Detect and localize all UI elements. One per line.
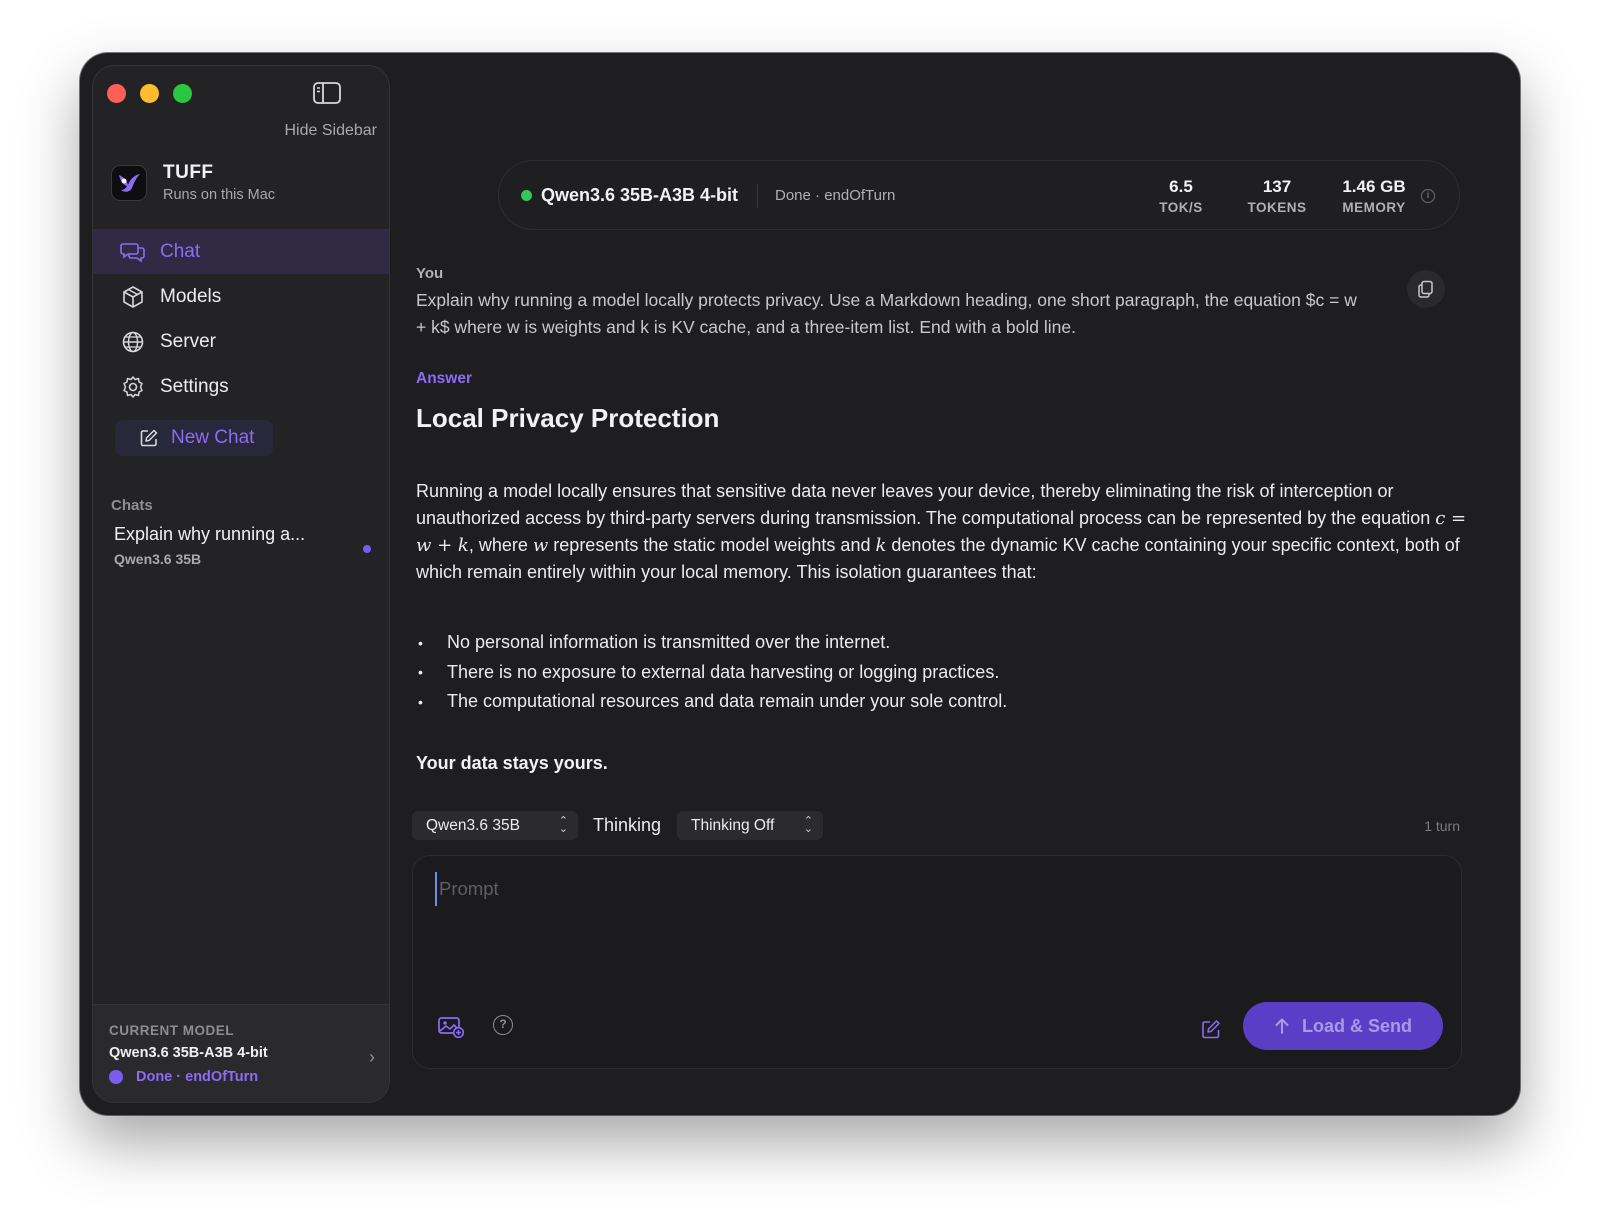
sidebar-item-label: Chat <box>160 240 201 262</box>
user-message-line: Explain why running a model locally prot… <box>416 290 1357 310</box>
user-message: Explain why running a model locally prot… <box>416 287 1426 341</box>
sidebar-nav: Chat Models Server Settings <box>93 229 389 409</box>
sidebar-item-server[interactable]: Server <box>93 319 389 364</box>
thinking-select[interactable]: Thinking Off ⌃ ⌄ <box>677 811 823 840</box>
attach-image-button[interactable] <box>437 1014 465 1040</box>
chat-bubbles-icon <box>120 242 145 263</box>
sidebar-item-label: Models <box>160 285 222 307</box>
user-label: You <box>416 265 444 282</box>
answer-list: • No personal information is transmitted … <box>416 628 1007 717</box>
answer-text: Running a model locally ensures that sen… <box>416 481 1436 528</box>
arrow-up-icon <box>1275 1018 1289 1034</box>
load-and-send-button[interactable]: Load & Send <box>1243 1002 1443 1050</box>
model-select-value: Qwen3.6 35B <box>426 817 520 834</box>
model-status-bar: Qwen3.6 35B-A3B 4-bit Done · endOfTurn 6… <box>498 160 1460 230</box>
answer-paragraph: Running a model locally ensures that sen… <box>416 478 1476 586</box>
chevron-updown-icon: ⌃ ⌄ <box>803 815 813 835</box>
sidebar-item-settings[interactable]: Settings <box>93 364 389 409</box>
chevron-right-icon: › <box>369 1047 375 1067</box>
chat-model: Qwen3.6 35B <box>114 551 202 567</box>
current-model-panel[interactable]: CURRENT MODEL Qwen3.6 35B-A3B 4-bit Done… <box>93 1004 389 1102</box>
bullet: • <box>418 634 423 651</box>
metric-value: 137 <box>1262 177 1292 196</box>
zoom-window-button[interactable] <box>173 84 192 103</box>
window-controls <box>107 84 192 103</box>
brand: TUFF Runs on this Mac <box>111 162 275 203</box>
prompt-input[interactable] <box>435 872 1415 906</box>
user-message-line: + k$ where w is weights and k is KV cach… <box>416 317 1076 337</box>
app-logo-icon <box>111 164 147 201</box>
compose-icon <box>1202 1020 1220 1039</box>
list-item: • The computational resources and data re… <box>416 687 1007 717</box>
current-model-name: Qwen3.6 35B-A3B 4-bit <box>109 1045 268 1061</box>
chat-controls: Qwen3.6 35B ⌃ ⌄ Thinking Thinking Off ⌃ ⌄ … <box>412 811 1460 841</box>
chats-section-label: Chats <box>111 497 153 514</box>
current-model-label: CURRENT MODEL <box>109 1023 234 1038</box>
metric-memory: 1.46 GB MEMORY <box>1329 177 1419 215</box>
chat-list-item[interactable]: Explain why running a... Qwen3.6 35B <box>114 524 374 567</box>
sidebar-item-label: Settings <box>160 375 229 397</box>
new-chat-label: New Chat <box>171 427 255 448</box>
math-variable: k <box>875 535 887 556</box>
close-window-button[interactable] <box>107 84 126 103</box>
metric-value: 6.5 <box>1169 177 1193 196</box>
list-item: • There is no exposure to external data h… <box>416 658 1007 688</box>
metric-tok-per-sec: 6.5 TOK/S <box>1141 177 1221 215</box>
sidebar: Hide Sidebar TUFF Runs on this Mac Chat … <box>92 65 390 1103</box>
sidebar-toggle-icon[interactable] <box>312 80 342 106</box>
loaded-model-name: Qwen3.6 35B-A3B 4-bit <box>541 185 739 205</box>
copy-button[interactable] <box>1407 270 1445 308</box>
answer-bold-line: Your data stays yours. <box>416 753 608 773</box>
current-model-status-text: Done · endOfTurn <box>136 1069 259 1085</box>
list-item-text: No personal information is transmitted o… <box>447 632 891 653</box>
brand-name: TUFF <box>163 162 214 183</box>
status-dot <box>109 1070 123 1084</box>
answer-text: represents the static model weights and <box>548 535 876 555</box>
cube-icon <box>123 285 143 308</box>
metric-label: MEMORY <box>1342 200 1406 215</box>
minimize-window-button[interactable] <box>140 84 159 103</box>
thinking-select-value: Thinking Off <box>691 817 775 834</box>
list-item: • No personal information is transmitted … <box>416 628 1007 658</box>
metric-value: 1.46 GB <box>1342 177 1406 196</box>
unread-indicator <box>363 545 371 553</box>
copy-icon <box>1418 280 1433 298</box>
bullet: • <box>418 693 423 710</box>
answer-text: , where <box>468 535 533 555</box>
compose-button[interactable] <box>1200 1018 1222 1040</box>
info-icon[interactable]: i <box>1421 189 1435 203</box>
new-chat-button[interactable]: New Chat <box>115 420 273 456</box>
bullet: • <box>418 664 423 681</box>
brand-subtitle: Runs on this Mac <box>163 187 276 203</box>
gear-icon <box>123 375 143 398</box>
help-icon[interactable]: ? <box>493 1015 513 1035</box>
divider <box>757 184 758 208</box>
list-item-text: There is no exposure to external data ha… <box>447 661 1000 682</box>
sidebar-item-chat[interactable]: Chat <box>93 229 389 274</box>
metric-label: TOKENS <box>1247 200 1307 215</box>
model-select[interactable]: Qwen3.6 35B ⌃ ⌄ <box>412 811 578 840</box>
list-item-text: The computational resources and data rem… <box>447 691 1008 712</box>
sidebar-item-models[interactable]: Models <box>93 274 389 319</box>
hide-sidebar-label[interactable]: Hide Sidebar <box>285 122 378 140</box>
chat-title: Explain why running a... <box>114 524 306 544</box>
metric-tokens: 137 TOKENS <box>1237 177 1317 215</box>
app-window: Hide Sidebar TUFF Runs on this Mac Chat … <box>80 53 1520 1115</box>
turn-count: 1 turn <box>1424 818 1460 834</box>
status-dot <box>521 190 532 201</box>
image-add-icon <box>438 1017 465 1039</box>
generation-status: Done · endOfTurn <box>775 187 896 204</box>
metric-label: TOK/S <box>1159 200 1203 215</box>
thinking-label: Thinking <box>593 815 662 835</box>
send-label: Load & Send <box>1301 1015 1412 1036</box>
composer: ? Load & Send <box>412 855 1462 1069</box>
chevron-updown-icon: ⌃ ⌄ <box>558 815 568 835</box>
math-variable: w <box>532 535 549 556</box>
compose-icon <box>140 429 158 447</box>
current-model-status: Done · endOfTurn <box>109 1069 373 1085</box>
globe-icon <box>122 331 144 352</box>
answer-label: Answer <box>416 370 472 387</box>
sidebar-item-label: Server <box>160 330 216 352</box>
answer-heading: Local Privacy Protection <box>416 403 720 433</box>
